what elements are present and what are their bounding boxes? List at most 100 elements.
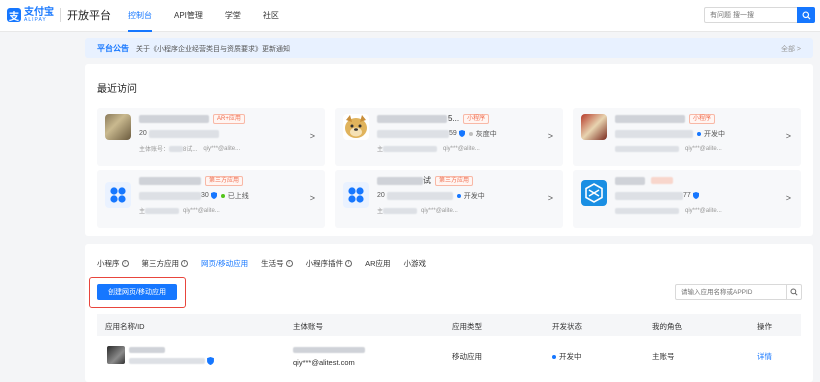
apps-panel: 小程序 i 第三方应用 i 网页/移动应用 生活号 i 小程序插件 i AR应用 小游戏…	[85, 244, 813, 382]
app-type-tag: 第三方应用	[205, 175, 244, 186]
alipay-logo-icon: 支	[7, 8, 21, 23]
nav-api[interactable]: API管理	[174, 0, 215, 32]
recent-card[interactable]: 小程序 开发中 qiy***@alite... >	[573, 108, 801, 166]
global-search-button[interactable]	[797, 7, 815, 23]
chevron-right-icon: >	[547, 131, 553, 141]
recent-card[interactable]: 5... 小程序 59 灰度中 主 qiy***@alite... >	[335, 108, 563, 166]
app-type-tag: 小程序	[463, 113, 490, 124]
table-header: 应用名称/ID 主体账号 应用类型 开发状态 我的角色 操作	[97, 314, 801, 336]
table-row: qiy***@alitest.com 移动应用 开发中 主账号 详情	[97, 336, 801, 382]
app-thumbnail	[107, 346, 125, 364]
tab-mini-plugin[interactable]: 小程序插件 i	[306, 258, 353, 273]
app-thumbnail	[343, 114, 369, 140]
global-search	[704, 7, 798, 23]
owner-email: qiy***@alite...	[685, 207, 722, 214]
notice-text[interactable]: 关于《小程序企业经营类目与资质要求》更新通知	[136, 44, 290, 54]
app-name-redacted	[377, 114, 447, 123]
app-name-redacted	[615, 114, 685, 123]
global-search-input[interactable]	[705, 8, 798, 22]
app-id-suffix: 59	[449, 130, 457, 137]
app-thumbnail	[581, 114, 607, 140]
app-status: 已上线	[227, 192, 249, 200]
recent-card[interactable]: 试 第三方应用 20 开发中 主 qiy***@alite... >	[335, 170, 563, 228]
owner-email: qiy***@alite...	[203, 145, 241, 152]
app-id-suffix: 30	[201, 192, 209, 199]
app-id-redacted	[148, 129, 219, 138]
notice-more-link[interactable]: 全部 >	[781, 44, 801, 54]
app-thumbnail	[105, 182, 131, 208]
owner-email: qiy***@alite...	[685, 145, 722, 152]
main-nav: 控制台 API管理 学堂 社区	[128, 0, 301, 32]
tab-mini-program[interactable]: 小程序 i	[97, 258, 129, 273]
recent-title: 最近访问	[97, 84, 137, 95]
shield-icon	[692, 192, 699, 199]
platform-name: 开放平台	[67, 10, 111, 22]
status-dot	[456, 193, 461, 198]
app-thumbnail	[343, 182, 369, 208]
doge-icon	[345, 115, 367, 138]
chevron-right-icon: >	[309, 131, 315, 141]
recent-card[interactable]: AR+应用 20 主体账号： 8试... qiy***@alite... >	[97, 108, 325, 166]
owner-email: qiy***@alitest.com	[293, 358, 355, 367]
app-status: 开发中	[463, 192, 485, 200]
recent-card[interactable]: 第三方应用 30 已上线 主 qiy***@alite... >	[97, 170, 325, 228]
owner-email: qiy***@alite...	[443, 145, 480, 152]
shield-icon	[210, 192, 217, 199]
tab-mini-game[interactable]: 小游戏	[404, 258, 427, 273]
app-type: 移动应用	[452, 352, 482, 361]
logo-en-text: ALIPAY	[24, 16, 47, 23]
logo-cn-text: 支付宝	[24, 6, 54, 18]
app-status: 开发中	[704, 130, 725, 138]
app-search-button[interactable]	[786, 284, 802, 300]
recent-card[interactable]: 77 qiy***@alite... >	[573, 170, 801, 228]
tab-life-account[interactable]: 生活号 i	[261, 258, 293, 273]
app-id-suffix: 77	[683, 192, 691, 199]
create-web-mobile-app-button[interactable]: 创建网页/移动应用	[97, 284, 177, 300]
chevron-right-icon: >	[785, 131, 791, 141]
app-name-redacted	[139, 114, 209, 123]
status-dot	[552, 354, 556, 359]
app-type-tag-redacted	[651, 177, 673, 184]
status-dot	[697, 131, 701, 136]
app-id-redacted	[386, 191, 453, 200]
app-id-redacted	[129, 358, 205, 364]
recent-visits: 最近访问 AR+应用 20 主体账号： 8试... qiy***@alite..…	[85, 64, 813, 236]
search-icon	[801, 10, 811, 20]
app-logo-icon	[585, 183, 603, 203]
details-link[interactable]: 详情	[757, 351, 772, 362]
col-role: 我的角色	[652, 322, 682, 331]
info-icon: i	[181, 260, 188, 267]
col-owner: 主体账号	[293, 322, 323, 331]
search-icon	[790, 288, 798, 296]
app-type-tag: 小程序	[689, 113, 716, 124]
chevron-right-icon: >	[547, 193, 553, 203]
col-app-name: 应用名称/ID	[105, 322, 145, 331]
app-id-redacted	[139, 191, 201, 200]
app-grid-icon	[110, 187, 126, 203]
owner-mid: 8试...	[183, 147, 198, 153]
app-search-input[interactable]	[676, 285, 786, 299]
app-type-tabs: 小程序 i 第三方应用 i 网页/移动应用 生活号 i 小程序插件 i AR应用 小游戏	[97, 258, 439, 273]
app-name-redacted	[377, 176, 423, 185]
col-type: 应用类型	[452, 322, 482, 331]
app-id-redacted	[615, 129, 693, 138]
app-thumbnail	[105, 114, 131, 140]
info-icon: i	[345, 260, 353, 267]
info-icon: i	[285, 260, 293, 267]
nav-community[interactable]: 社区	[263, 0, 291, 32]
app-name-redacted	[129, 347, 165, 353]
col-ops: 操作	[757, 322, 772, 331]
nav-console[interactable]: 控制台	[128, 0, 164, 32]
tab-third-party[interactable]: 第三方应用 i	[142, 258, 188, 273]
app-grid-icon	[348, 187, 364, 203]
status-dot	[220, 193, 225, 198]
tab-web-mobile[interactable]: 网页/移动应用	[201, 258, 248, 273]
owner-name-redacted	[293, 347, 365, 353]
dev-status: 开发中	[552, 351, 582, 362]
alipay-logo[interactable]: 支 支付宝 ALIPAY 开放平台	[7, 7, 111, 23]
nav-academy[interactable]: 学堂	[225, 0, 253, 32]
tab-ar-app[interactable]: AR应用	[365, 258, 390, 273]
shield-icon	[207, 357, 214, 365]
app-id-redacted	[377, 129, 449, 138]
app-status: 灰度中	[475, 130, 497, 138]
